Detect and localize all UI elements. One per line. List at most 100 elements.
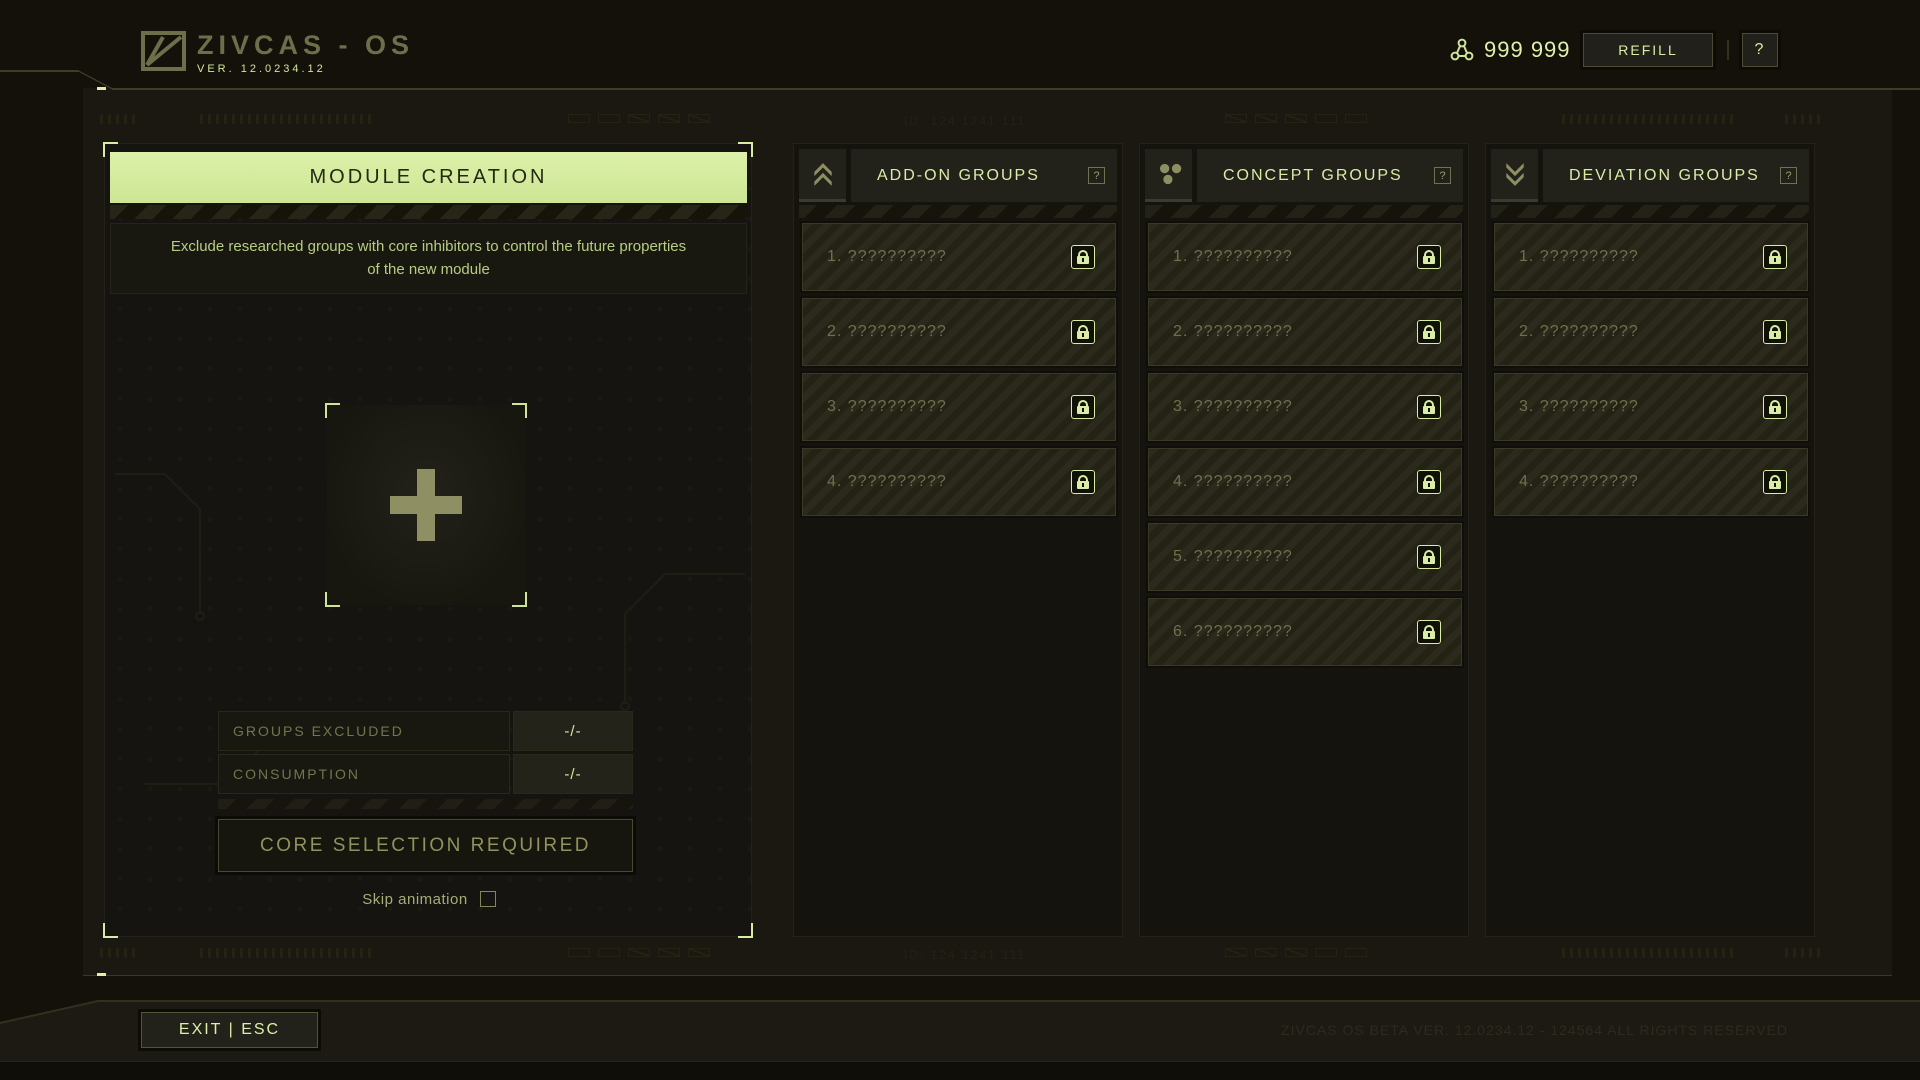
stat-value: -/- [513, 754, 633, 794]
locked-group-item[interactable]: 5. ?????????? [1148, 523, 1462, 591]
lock-icon [1417, 245, 1441, 269]
column-icon-tile [799, 149, 846, 202]
skip-animation-checkbox[interactable] [480, 891, 496, 907]
decor-group [1225, 948, 1370, 957]
topbar-divider [1727, 40, 1729, 60]
panel-corner-bracket [738, 142, 753, 157]
deviation-groups-column: DEVIATION GROUPS ? 1. ?????????? 2. ????… [1485, 143, 1815, 937]
lock-icon [1763, 470, 1787, 494]
currency-display: 999 999 [1448, 36, 1571, 64]
decor-group [1785, 948, 1820, 958]
add-module-slot[interactable] [327, 405, 525, 605]
group-item-label: 4. ?????????? [1173, 449, 1293, 515]
locked-group-item[interactable]: 1. ?????????? [1494, 223, 1808, 291]
hazard-stripe-band [110, 205, 747, 219]
column-icon-tile [1491, 149, 1538, 202]
column-header: ADD-ON GROUPS ? [851, 149, 1117, 202]
logo-text: ZIVCAS - OS VER. 12.0234.12 [197, 30, 414, 75]
chevrons-up-icon [810, 161, 836, 187]
locked-group-item[interactable]: 4. ?????????? [1494, 448, 1808, 516]
hazard-stripe-band [1145, 205, 1463, 218]
locked-group-item[interactable]: 6. ?????????? [1148, 598, 1462, 666]
decor-group [200, 948, 371, 958]
lock-icon [1071, 320, 1095, 344]
concept-groups-list: 1. ?????????? 2. ?????????? 3. ?????????… [1148, 223, 1462, 673]
group-item-label: 1. ?????????? [827, 224, 947, 290]
locked-group-item[interactable]: 2. ?????????? [802, 298, 1116, 366]
lock-icon [1417, 620, 1441, 644]
decor-band-bottom: ID: 124 1241 111 [83, 948, 1892, 959]
locked-group-item[interactable]: 3. ?????????? [1494, 373, 1808, 441]
group-item-label: 3. ?????????? [1519, 374, 1639, 440]
exit-button[interactable]: EXIT | ESC [141, 1012, 318, 1048]
decor-group [1785, 114, 1820, 124]
locked-group-item[interactable]: 1. ?????????? [802, 223, 1116, 291]
locked-group-item[interactable]: 3. ?????????? [802, 373, 1116, 441]
currency-amount: 999 999 [1484, 37, 1571, 63]
lock-icon [1071, 395, 1095, 419]
content-window: ID: 124 1241 111 ID: 124 1241 111 MODULE… [83, 88, 1892, 976]
accent-cap-bottom [97, 973, 106, 976]
stat-row-groups-excluded: GROUPS EXCLUDED -/- [218, 711, 633, 751]
column-icon-tile [1145, 149, 1192, 202]
column-help-badge[interactable]: ? [1780, 167, 1797, 184]
decor-group [1225, 114, 1370, 123]
lock-icon [1417, 470, 1441, 494]
decor-group: ID: 124 1241 111 [904, 948, 1026, 962]
accent-cap-top [97, 87, 106, 90]
locked-group-item[interactable]: 4. ?????????? [1148, 448, 1462, 516]
lock-icon [1763, 320, 1787, 344]
group-item-label: 2. ?????????? [1173, 299, 1293, 365]
refill-button[interactable]: REFILL [1583, 33, 1713, 67]
bottom-strip [0, 1061, 1920, 1080]
lock-icon [1417, 545, 1441, 569]
panel-title: MODULE CREATION [110, 152, 747, 203]
group-item-label: 5. ?????????? [1173, 524, 1293, 590]
column-help-badge[interactable]: ? [1088, 167, 1105, 184]
decor-group [100, 948, 135, 958]
module-stats: GROUPS EXCLUDED -/- CONSUMPTION -/- [218, 711, 633, 797]
locked-group-item[interactable]: 2. ?????????? [1494, 298, 1808, 366]
addon-groups-list: 1. ?????????? 2. ?????????? 3. ?????????… [802, 223, 1116, 523]
addon-groups-column: ADD-ON GROUPS ? 1. ?????????? 2. ???????… [793, 143, 1123, 937]
group-item-label: 1. ?????????? [1519, 224, 1639, 290]
cluster-icon [1156, 161, 1182, 187]
help-button[interactable]: ? [1742, 33, 1778, 67]
lock-icon [1763, 245, 1787, 269]
slot-corner-bracket [512, 403, 527, 418]
decor-group [1562, 114, 1733, 124]
locked-group-item[interactable]: 3. ?????????? [1148, 373, 1462, 441]
stat-label: GROUPS EXCLUDED [218, 711, 510, 751]
slot-corner-bracket [512, 592, 527, 607]
decor-group [100, 114, 135, 124]
stat-label: CONSUMPTION [218, 754, 510, 794]
topbar: ZIVCAS - OS VER. 12.0234.12 999 999 REFI… [0, 0, 1920, 90]
panel-corner-bracket [103, 923, 118, 938]
module-creation-panel: MODULE CREATION Exclude researched group… [104, 143, 752, 937]
app-version: VER. 12.0234.12 [197, 63, 414, 75]
panel-corner-bracket [738, 923, 753, 938]
column-help-badge[interactable]: ? [1434, 167, 1451, 184]
copyright-text: ZIVCAS OS BETA VER. 12.0234.12 - 124564 … [1281, 1022, 1788, 1038]
group-item-label: 4. ?????????? [1519, 449, 1639, 515]
decor-group [1562, 948, 1733, 958]
slot-corner-bracket [325, 403, 340, 418]
locked-group-item[interactable]: 4. ?????????? [802, 448, 1116, 516]
hazard-stripe-divider [218, 799, 633, 809]
group-item-label: 1. ?????????? [1173, 224, 1293, 290]
chevrons-down-icon [1502, 161, 1528, 187]
hazard-stripe-band [799, 205, 1117, 218]
decor-group: ID: 124 1241 111 [904, 114, 1026, 128]
locked-group-item[interactable]: 1. ?????????? [1148, 223, 1462, 291]
column-title: CONCEPT GROUPS [1223, 167, 1403, 185]
zivcas-os-screen: ID: 124 1241 111 ID: 124 1241 111 MODULE… [0, 0, 1920, 1080]
locked-group-item[interactable]: 2. ?????????? [1148, 298, 1462, 366]
panel-corner-bracket [103, 142, 118, 157]
zivcas-logo-icon [140, 30, 187, 72]
core-selection-button[interactable]: CORE SELECTION REQUIRED [218, 819, 633, 872]
currency-icon [1448, 36, 1476, 64]
concept-groups-column: CONCEPT GROUPS ? 1. ?????????? 2. ??????… [1139, 143, 1469, 937]
group-item-label: 2. ?????????? [1519, 299, 1639, 365]
app-title: ZIVCAS - OS [197, 30, 414, 60]
lock-icon [1071, 470, 1095, 494]
